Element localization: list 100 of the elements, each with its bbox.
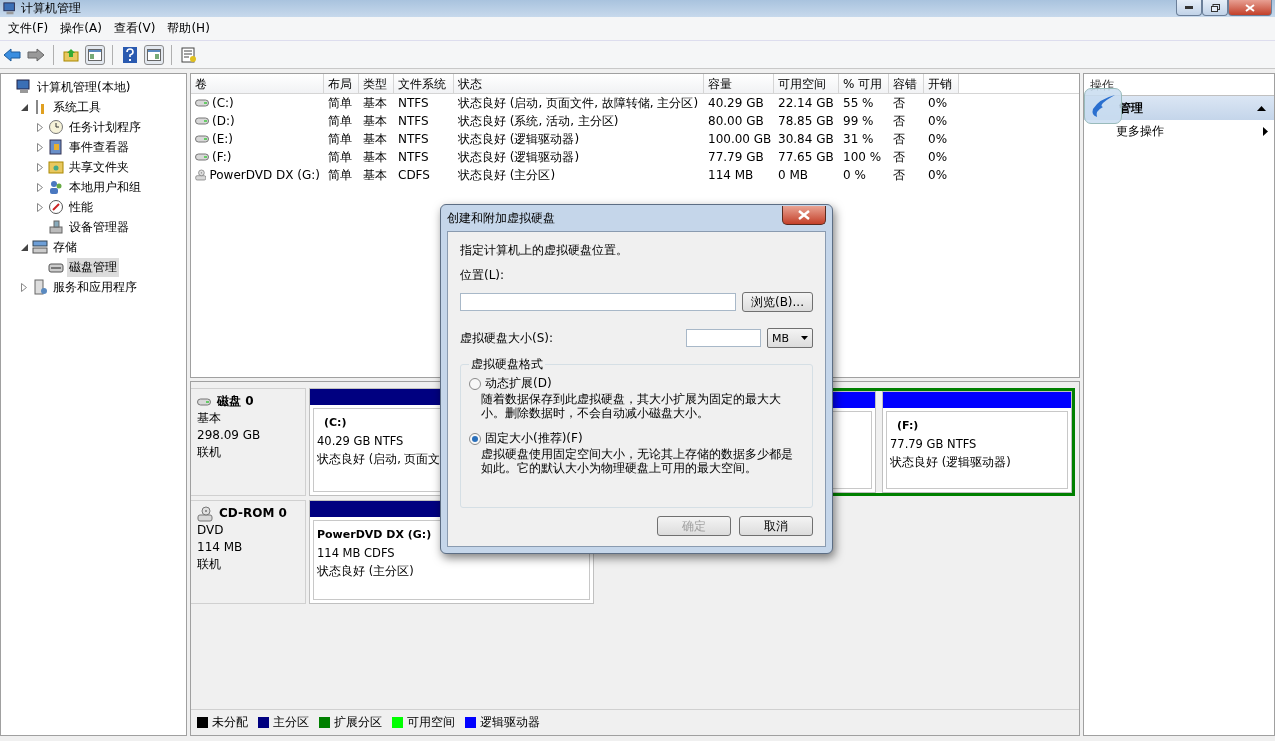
table-cell: 31 % [843,132,874,146]
column-header[interactable]: 布局 [324,74,359,94]
disk-size: 298.09 GB [197,427,261,444]
table-cell: 0% [928,132,948,146]
column-header[interactable]: 开销 [924,74,959,94]
partition-title: (F:) [896,418,919,434]
legend-label: 未分配 [212,714,248,731]
table-cell: 40.29 GB [708,96,764,110]
group-title: 虚拟硬盘格式 [470,356,544,373]
table-cell: 55 % [843,96,874,110]
table-cell: (E:) [212,132,233,146]
location-label: 位置(L): [460,267,506,284]
table-cell: 100 % [843,150,882,164]
tree-item[interactable]: 事件查看器 [67,137,131,157]
table-cell: 22.14 GB [778,96,834,110]
table-cell: 0% [928,168,948,182]
disk-status: 联机 [197,556,221,573]
table-cell: 0% [928,96,948,110]
partition-size: 77.79 GB NTFS [890,436,977,453]
table-cell: (C:) [212,96,234,110]
table-cell: 状态良好 (逻辑驱动器) [458,130,580,148]
table-cell: 否 [893,166,905,184]
column-header[interactable]: 类型 [359,74,394,94]
tree-item[interactable]: 性能 [67,197,95,217]
cancel-button[interactable]: 取消 [739,516,813,536]
legend-label: 主分区 [273,714,309,731]
table-cell: 否 [893,148,905,166]
table-cell: 0% [928,150,948,164]
browse-button[interactable]: 浏览(B)... [741,292,813,312]
partition-status: 状态良好 (启动, 页面文 [317,451,441,468]
disk-type: 基本 [197,410,221,427]
legend-label: 扩展分区 [334,714,382,731]
table-cell: 简单 [328,112,352,130]
column-header[interactable]: 卷 [191,74,324,94]
tree-item[interactable]: 服务和应用程序 [51,277,139,297]
tree-item[interactable]: 系统工具 [51,97,103,117]
table-cell: 基本 [363,112,387,130]
menu-item[interactable]: 查看(V) [107,18,162,39]
option-description: 虚拟硬盘使用固定空间大小，无论其上存储的数据多少都是如此。它的默认大小为物理硬盘上可用的最大空间。 [480,447,794,475]
table-cell: 99 % [843,114,874,128]
table-cell: 基本 [363,148,387,166]
column-header[interactable]: 状态 [454,74,704,94]
table-cell: 简单 [328,166,352,184]
tree-item[interactable]: 计算机管理(本地) [35,77,133,97]
window-title: 计算机管理 [21,0,81,17]
tree-item[interactable]: 磁盘管理 [67,257,119,277]
table-cell: 114 MB [708,168,754,182]
table-cell: (F:) [212,150,232,164]
table-cell: 否 [893,130,905,148]
column-header[interactable]: 可用空间 [774,74,839,94]
table-cell: NTFS [398,114,429,128]
table-cell: 80.00 GB [708,114,764,128]
column-header[interactable]: % 可用 [839,74,889,94]
table-cell: NTFS [398,150,429,164]
partition-title: PowerDVD DX (G:) [317,527,432,543]
option-description: 随着数据保存到此虚拟硬盘，其大小扩展为固定的最大大小。删除数据时，不会自动减小磁盘大小。 [480,392,782,420]
table-cell: CDFS [398,168,430,182]
disk-name: 磁盘 0 [217,393,254,410]
table-cell: 基本 [363,94,387,112]
partition-status: 状态良好 (逻辑驱动器) [890,454,1011,471]
action-item[interactable]: 更多操作 [1084,120,1274,142]
radio-option[interactable]: 动态扩展(D) [469,375,804,392]
partition-block[interactable]: (F:) 77.79 GB NTFS 状态良好 (逻辑驱动器) [882,391,1072,493]
table-cell: 简单 [328,148,352,166]
table-cell: 状态良好 (启动, 页面文件, 故障转储, 主分区) [458,94,699,112]
table-cell: 否 [893,112,905,130]
radio-option[interactable]: 固定大小(推荐)(F) [469,430,804,447]
partition-size: 114 MB CDFS [317,545,395,562]
tree-item[interactable]: 本地用户和组 [67,177,143,197]
menu-item[interactable]: 文件(F) [2,18,55,39]
table-cell: 基本 [363,166,387,184]
column-header[interactable]: 容错 [889,74,924,94]
menu-item[interactable]: 帮助(H) [161,18,216,39]
table-cell: 状态良好 (主分区) [458,166,556,184]
table-cell: 状态良好 (逻辑驱动器) [458,148,580,166]
table-cell: 基本 [363,130,387,148]
partition-title: (C:) [323,415,347,431]
tree-item[interactable]: 存储 [51,237,79,257]
tree-item[interactable]: 设备管理器 [67,217,131,237]
disk-status: 联机 [197,444,221,461]
menu-item[interactable]: 操作(A) [54,18,108,39]
table-cell: 78.85 GB [778,114,834,128]
partition-status: 状态良好 (主分区) [317,563,414,580]
table-cell: 100.00 GB [708,132,772,146]
table-cell: 0% [928,114,948,128]
table-cell: 状态良好 (系统, 活动, 主分区) [458,112,619,130]
dialog-instruction: 指定计算机上的虚拟硬盘位置。 [460,242,629,259]
unit-select[interactable]: MB [767,328,813,348]
disk-size: 114 MB [197,539,243,556]
tree-item[interactable]: 共享文件夹 [67,157,131,177]
table-cell: 简单 [328,94,352,112]
legend-label: 可用空间 [407,714,455,731]
dialog-title: 创建和附加虚拟硬盘 [447,209,555,227]
legend-label: 逻辑驱动器 [480,714,540,731]
table-cell: (D:) [212,114,235,128]
column-header[interactable]: 文件系统 [394,74,454,94]
column-header[interactable]: 容量 [704,74,774,94]
tree-item[interactable]: 任务计划程序 [67,117,143,137]
table-cell: PowerDVD DX (G:) [209,168,320,182]
table-cell: 0 MB [778,168,809,182]
